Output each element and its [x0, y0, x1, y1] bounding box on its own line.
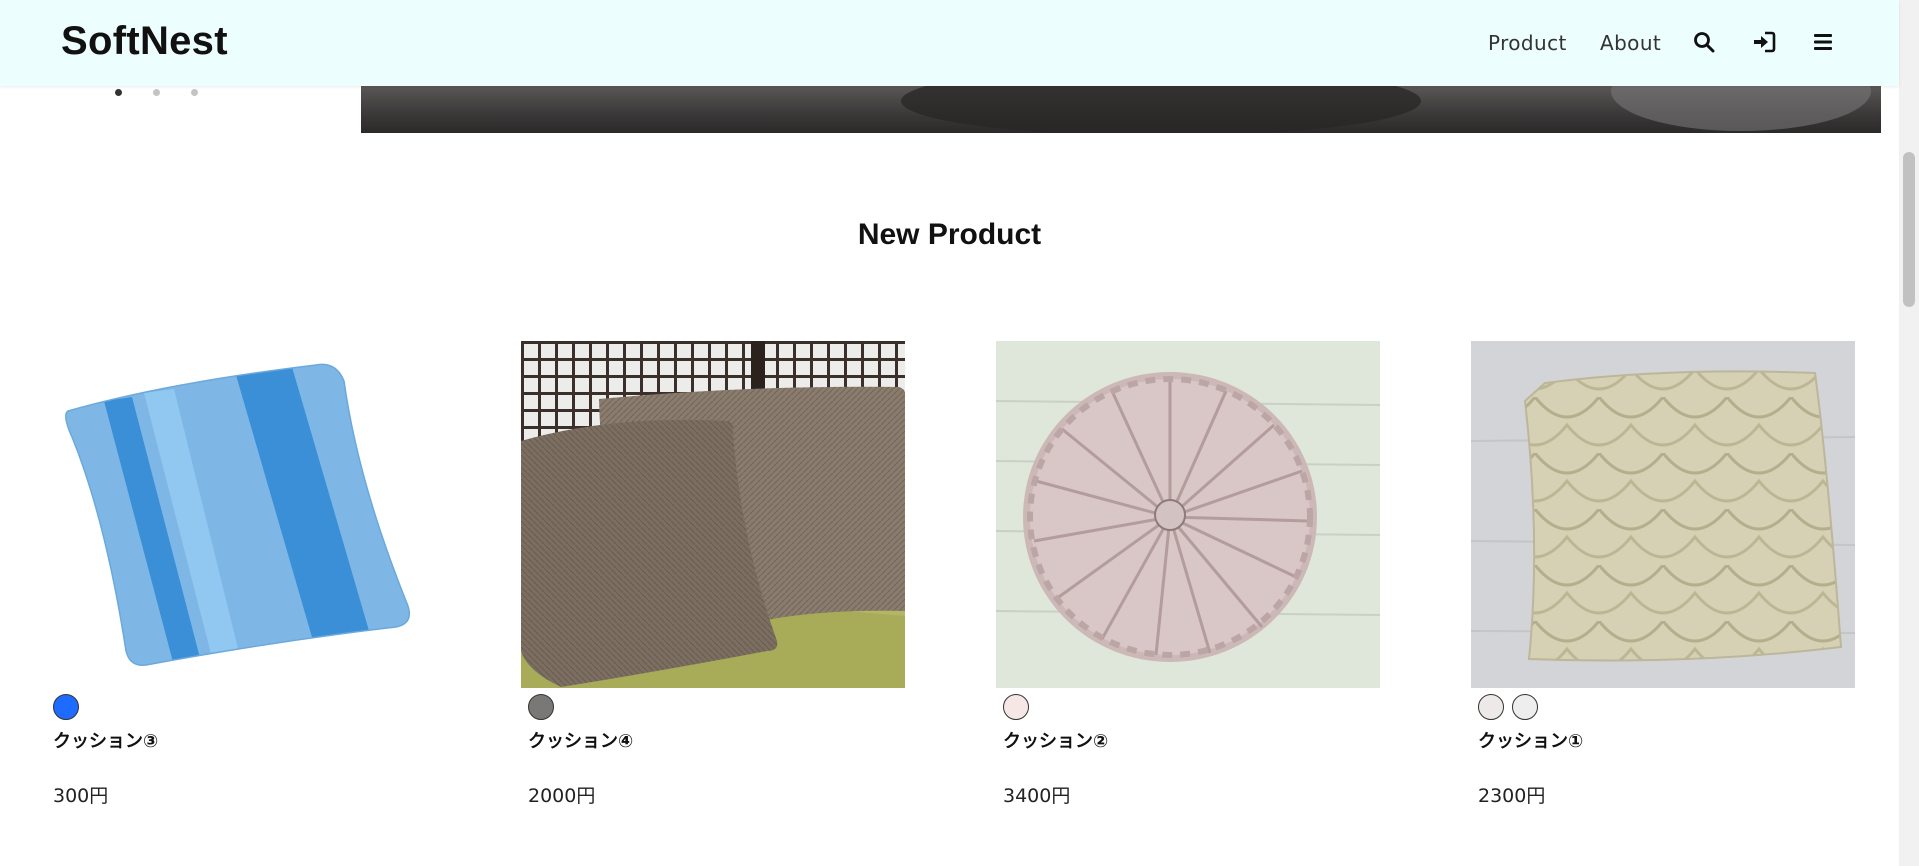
site-header: SoftNest Product About [0, 0, 1899, 86]
color-swatches [1478, 694, 1546, 724]
nav-link-about[interactable]: About [1600, 31, 1661, 55]
product-price: 2000円 [528, 785, 596, 807]
menu-icon[interactable] [1811, 30, 1835, 54]
product-name[interactable]: クッション① [1478, 727, 1583, 753]
nav-link-product[interactable]: Product [1488, 31, 1567, 55]
product-name[interactable]: クッション② [1003, 727, 1108, 753]
product-image[interactable] [46, 341, 430, 688]
carousel-dot-3[interactable] [191, 89, 198, 96]
product-image[interactable] [1471, 341, 1855, 688]
color-swatch[interactable] [528, 694, 554, 720]
product-name[interactable]: クッション④ [528, 727, 633, 753]
product-image[interactable] [521, 341, 905, 688]
color-swatch[interactable] [1478, 694, 1504, 720]
hero-image [361, 86, 1881, 133]
page-scrollbar[interactable] [1899, 0, 1919, 866]
color-swatches [528, 694, 562, 724]
color-swatches [53, 694, 87, 724]
color-swatch[interactable] [1512, 694, 1538, 720]
scrollbar-thumb[interactable] [1903, 152, 1915, 307]
carousel-dot-1[interactable] [115, 89, 122, 96]
section-title: New Product [857, 218, 1042, 251]
product-price: 2300円 [1478, 785, 1546, 807]
carousel-dot-2[interactable] [153, 89, 160, 96]
login-icon[interactable] [1752, 30, 1776, 54]
product-price: 3400円 [1003, 785, 1071, 807]
site-logo[interactable]: SoftNest [61, 19, 228, 64]
color-swatch[interactable] [53, 694, 79, 720]
product-image[interactable] [996, 341, 1380, 688]
color-swatch[interactable] [1003, 694, 1029, 720]
search-icon[interactable] [1692, 30, 1716, 54]
color-swatches [1003, 694, 1037, 724]
product-price: 300円 [53, 785, 109, 807]
product-name[interactable]: クッション③ [53, 727, 158, 753]
